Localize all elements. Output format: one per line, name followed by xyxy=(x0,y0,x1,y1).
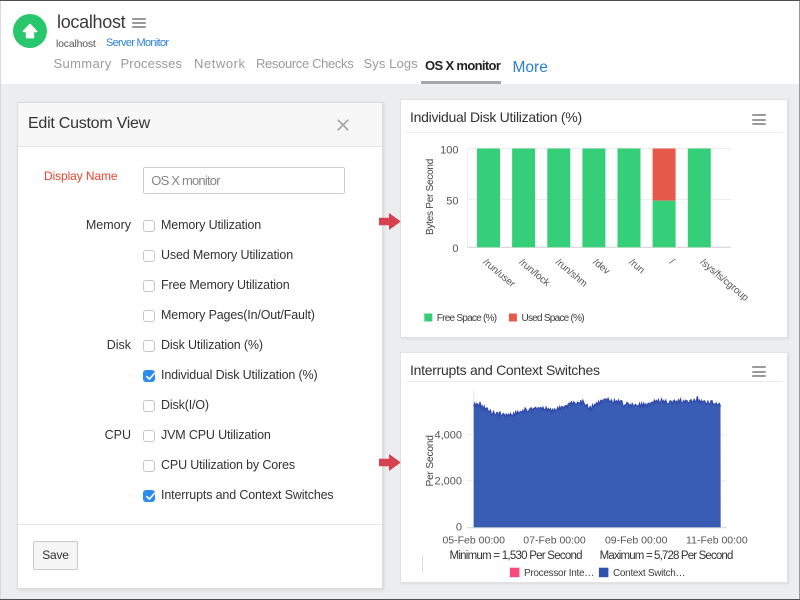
svg-text:09-Feb 00:00: 09-Feb 00:00 xyxy=(605,535,668,547)
svg-text:50: 50 xyxy=(446,195,458,207)
svg-text:11-Feb 00:00: 11-Feb 00:00 xyxy=(686,535,748,547)
svg-text:/run: /run xyxy=(627,257,647,276)
svg-text:/run/shm: /run/shm xyxy=(553,257,589,290)
svg-text:Bytes Per Second: Bytes Per Second xyxy=(425,159,436,235)
svg-text:Context Switch…: Context Switch… xyxy=(613,568,685,579)
svg-text:0: 0 xyxy=(452,243,458,255)
svg-text:Processor Inte…: Processor Inte… xyxy=(524,568,594,579)
svg-text:/run/lock: /run/lock xyxy=(517,257,553,290)
svg-text:/: / xyxy=(667,257,676,267)
svg-text:Minimum = 1,530 Per Second: Minimum = 1,530 Per Second xyxy=(450,550,583,562)
svg-text:/dev: /dev xyxy=(591,257,612,277)
svg-text:2,000: 2,000 xyxy=(434,475,462,487)
svg-text:05-Feb 00:00: 05-Feb 00:00 xyxy=(442,535,505,547)
svg-text:0: 0 xyxy=(456,522,462,534)
svg-text:/sys/fs/cgroup: /sys/fs/cgroup xyxy=(698,257,751,304)
svg-text:Free Space (%): Free Space (%) xyxy=(437,313,497,324)
svg-text:Maximum = 5,728 Per Second: Maximum = 5,728 Per Second xyxy=(600,550,733,562)
svg-text:/run/user: /run/user xyxy=(481,257,518,290)
svg-text:Per Second: Per Second xyxy=(425,435,436,487)
svg-text:Used Space (%): Used Space (%) xyxy=(522,313,585,324)
svg-text:4,000: 4,000 xyxy=(434,430,462,442)
svg-text:07-Feb 00:00: 07-Feb 00:00 xyxy=(523,535,586,547)
svg-text:100: 100 xyxy=(440,144,458,156)
